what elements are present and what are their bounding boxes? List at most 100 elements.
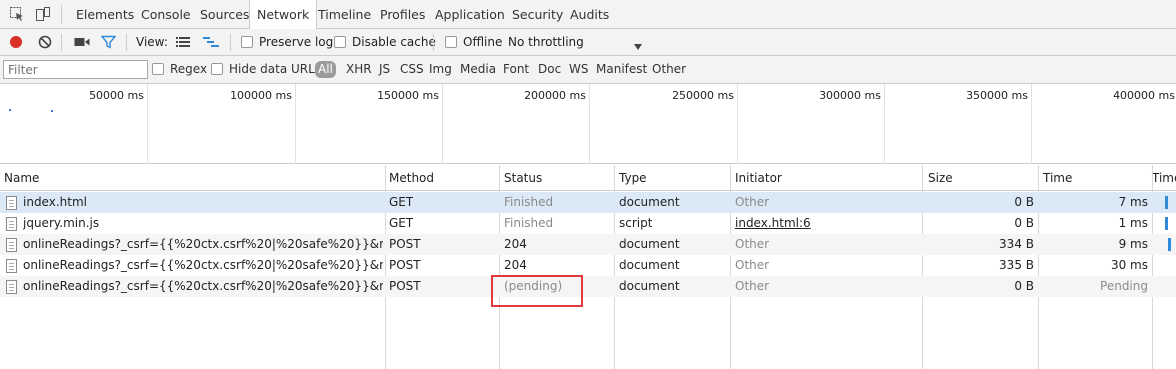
overview-icon[interactable] [203,37,219,51]
filter-type-css[interactable]: CSS [400,62,424,76]
request-type: document [619,279,680,293]
toolbar-separator [433,34,434,51]
requests-table-header: Name Method Status Type Initiator Size T… [0,165,1176,191]
view-label: View: [136,35,168,49]
filter-type-js[interactable]: JS [379,62,390,76]
overview-gridline [295,84,296,164]
table-row[interactable]: onlineReadings?_csrf={{%20ctx.csrf%20|%2… [0,255,1176,276]
table-row[interactable]: jquery.min.js GET Finished script index.… [0,213,1176,234]
request-name[interactable]: index.html [23,192,383,213]
column-header-status[interactable]: Status [500,165,542,191]
tabbar-separator [61,5,62,24]
filter-type-xhr[interactable]: XHR [346,62,372,76]
request-size: 334 B [999,237,1034,251]
filter-type-media[interactable]: Media [460,62,496,76]
filter-bar: Regex Hide data URLs All XHR JS CSS Img … [0,56,1176,84]
overview-label: 400000 ms [1113,89,1175,102]
request-method: POST [389,258,421,272]
tab-security[interactable]: Security [512,0,563,29]
column-header-initiator[interactable]: Initiator [731,165,782,191]
request-initiator-link[interactable]: index.html:6 [735,213,811,234]
regex-label: Regex [170,62,208,76]
column-header-size[interactable]: Size [924,165,953,191]
inspect-element-icon[interactable] [9,6,25,22]
overview-label: 100000 ms [230,89,292,102]
document-icon [6,196,17,210]
tab-audits[interactable]: Audits [570,0,609,29]
request-name[interactable]: onlineReadings?_csrf={{%20ctx.csrf%20|%2… [23,255,383,276]
record-icon[interactable] [9,35,23,52]
device-toolbar-icon[interactable] [35,6,51,22]
request-name[interactable]: onlineReadings?_csrf={{%20ctx.csrf%20|%2… [23,234,383,255]
table-row[interactable]: onlineReadings?_csrf={{%20ctx.csrf%20|%2… [0,234,1176,255]
waterfall-bar [1168,238,1171,251]
preserve-log-label: Preserve log [259,35,334,49]
chevron-down-icon[interactable] [634,39,642,53]
disable-cache-checkbox[interactable] [334,36,346,48]
network-overview[interactable]: 50000 ms 100000 ms 150000 ms 200000 ms 2… [0,84,1176,164]
request-type: document [619,237,680,251]
request-name[interactable]: onlineReadings?_csrf={{%20ctx.csrf%20|%2… [23,276,383,297]
waterfall-bar [1165,217,1168,230]
request-status: Finished [504,195,554,209]
large-rows-icon[interactable] [176,37,190,51]
document-icon [6,238,17,252]
capture-screenshots-icon[interactable] [74,36,90,51]
table-row[interactable]: index.html GET Finished document Other 0… [0,192,1176,213]
request-time: 9 ms [1118,237,1148,251]
regex-checkbox[interactable] [152,63,164,75]
document-icon [6,280,17,294]
hide-data-urls-label: Hide data URLs [229,62,322,76]
filter-type-manifest[interactable]: Manifest [596,62,647,76]
request-type: document [619,258,680,272]
request-size: 0 B [1014,195,1034,209]
overview-label: 200000 ms [524,89,586,102]
overview-gridline [442,84,443,164]
request-name[interactable]: jquery.min.js [23,213,383,234]
column-header-name[interactable]: Name [0,165,39,191]
tab-network[interactable]: Network [249,0,318,30]
clear-icon[interactable] [38,35,52,52]
document-icon [6,259,17,273]
overview-gridline [884,84,885,164]
column-header-time[interactable]: Time [1039,165,1072,191]
request-status: Finished [504,216,554,230]
filter-type-img[interactable]: Img [429,62,452,76]
offline-label: Offline [463,35,503,49]
request-method: POST [389,237,421,251]
filter-type-other[interactable]: Other [652,62,686,76]
tab-sources[interactable]: Sources [200,0,249,29]
tab-console[interactable]: Console [141,0,191,29]
overview-label: 50000 ms [89,89,144,102]
preserve-log-checkbox[interactable] [241,36,253,48]
filter-type-font[interactable]: Font [503,62,529,76]
filter-type-all[interactable]: All [315,61,336,78]
request-initiator: Other [735,195,770,209]
devtools-tabbar: Elements Console Sources Network Timelin… [0,0,1176,30]
filter-type-ws[interactable]: WS [569,62,588,76]
tab-application[interactable]: Application [435,0,505,29]
request-initiator: Other [735,279,770,293]
tab-profiles[interactable]: Profiles [380,0,425,29]
request-method: GET [389,216,414,230]
throttling-select[interactable]: No throttling [508,35,584,49]
request-method: POST [389,279,421,293]
filter-type-doc[interactable]: Doc [538,62,561,76]
request-time: 30 ms [1110,258,1148,272]
table-row[interactable]: onlineReadings?_csrf={{%20ctx.csrf%20|%2… [0,276,1176,297]
hide-data-urls-checkbox[interactable] [211,63,223,75]
column-header-type[interactable]: Type [615,165,647,191]
overview-gridline [147,84,148,164]
overview-gridline [1031,84,1032,164]
filter-icon[interactable] [100,35,117,52]
overview-label: 300000 ms [819,89,881,102]
filter-input[interactable] [3,60,148,79]
column-header-method[interactable]: Method [385,165,434,191]
request-time: Pending [1100,279,1148,293]
tab-timeline[interactable]: Timeline [318,0,371,29]
toolbar-separator [61,34,62,51]
disable-cache-label: Disable cache [352,35,436,49]
overview-label: 150000 ms [377,89,439,102]
offline-checkbox[interactable] [445,36,457,48]
tab-elements[interactable]: Elements [76,0,134,29]
